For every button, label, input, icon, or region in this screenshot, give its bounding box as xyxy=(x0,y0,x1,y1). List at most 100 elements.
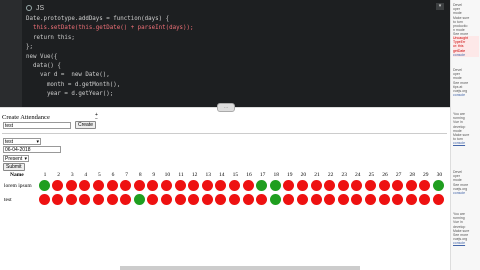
chevron-down-icon[interactable]: ▾ xyxy=(436,3,444,10)
student-select[interactable]: test ▾ xyxy=(3,138,41,145)
console-link[interactable]: console xyxy=(453,53,479,57)
absent-dot[interactable] xyxy=(405,194,417,205)
absent-dot[interactable] xyxy=(392,180,404,191)
absent-dot[interactable] xyxy=(324,194,336,205)
absent-dot[interactable] xyxy=(256,194,268,205)
absent-dot[interactable] xyxy=(201,194,213,205)
absent-dot[interactable] xyxy=(79,180,91,191)
absent-dot[interactable] xyxy=(419,194,431,205)
present-dot[interactable] xyxy=(269,194,281,205)
present-dot[interactable] xyxy=(432,180,444,191)
day-header: 26 xyxy=(382,172,388,178)
create-button[interactable]: Create xyxy=(75,121,97,129)
absent-dot[interactable] xyxy=(283,180,295,191)
student-name: test xyxy=(4,197,12,203)
present-dot[interactable] xyxy=(133,194,145,205)
absent-dot[interactable] xyxy=(310,194,322,205)
present-dot[interactable] xyxy=(256,180,268,191)
absent-dot[interactable] xyxy=(310,180,322,191)
console-link[interactable]: console xyxy=(453,191,479,195)
absent-dot[interactable] xyxy=(120,180,132,191)
date-input[interactable]: 06-04-2018 xyxy=(3,146,61,153)
absent-dot[interactable] xyxy=(174,194,186,205)
day-header: 8 xyxy=(138,172,142,178)
day-header: 7 xyxy=(125,172,128,178)
present-dot[interactable] xyxy=(38,180,50,191)
absent-dot[interactable] xyxy=(432,194,444,205)
chevron-down-icon: ▾ xyxy=(36,139,39,145)
absent-dot[interactable] xyxy=(228,194,240,205)
day-header: 12 xyxy=(191,172,198,178)
absent-dot[interactable] xyxy=(147,194,159,205)
absent-dot[interactable] xyxy=(147,180,159,191)
editor-gutter xyxy=(0,0,22,107)
day-header: 16 xyxy=(246,172,252,178)
absent-dot[interactable] xyxy=(188,180,200,191)
absent-dot[interactable] xyxy=(337,194,349,205)
absent-dot[interactable] xyxy=(351,180,363,191)
absent-dot[interactable] xyxy=(65,180,77,191)
absent-dot[interactable] xyxy=(79,194,91,205)
absent-dot[interactable] xyxy=(160,194,172,205)
day-header: 30 xyxy=(436,172,443,178)
absent-dot[interactable] xyxy=(378,194,390,205)
absent-dot[interactable] xyxy=(296,180,308,191)
absent-dot[interactable] xyxy=(160,180,172,191)
resize-handle[interactable]: ··· xyxy=(217,103,235,112)
code-area[interactable]: Date.prototype.addDays = function(days) … xyxy=(26,15,446,100)
collapse-toggle-icon[interactable]: + − xyxy=(95,113,98,122)
absent-dot[interactable] xyxy=(52,180,64,191)
absent-dot[interactable] xyxy=(120,194,132,205)
absent-dot[interactable] xyxy=(92,194,104,205)
absent-dot[interactable] xyxy=(65,194,77,205)
absent-dot[interactable] xyxy=(364,194,376,205)
absent-dot[interactable] xyxy=(106,194,118,205)
absent-dot[interactable] xyxy=(337,180,349,191)
code-line: year = d.getYear(); xyxy=(26,91,114,98)
console-link[interactable]: console xyxy=(453,93,479,97)
day-header: 17 xyxy=(259,172,266,178)
absent-dot[interactable] xyxy=(174,180,186,191)
console-message: Devel oper mode See more tips at vuejs.org con… xyxy=(453,68,479,97)
day-header: 4 xyxy=(84,172,88,178)
console-link[interactable]: console xyxy=(453,241,479,245)
console-link[interactable]: console xyxy=(453,141,479,145)
present-dot[interactable] xyxy=(269,180,281,191)
absent-dot[interactable] xyxy=(92,180,104,191)
day-header: 15 xyxy=(232,172,239,178)
js-editor-panel[interactable]: JS ▾ Date.prototype.addDays = function(d… xyxy=(0,0,450,107)
status-select[interactable]: Present ▾ xyxy=(3,155,29,162)
absent-dot[interactable] xyxy=(296,194,308,205)
day-header: 19 xyxy=(287,172,293,178)
absent-dot[interactable] xyxy=(324,180,336,191)
absent-dot[interactable] xyxy=(351,194,363,205)
absent-dot[interactable] xyxy=(378,180,390,191)
day-header: 9 xyxy=(152,172,156,178)
absent-dot[interactable] xyxy=(242,194,254,205)
absent-dot[interactable] xyxy=(405,180,417,191)
absent-dot[interactable] xyxy=(364,180,376,191)
day-header: 14 xyxy=(219,172,225,178)
day-header: 23 xyxy=(341,172,347,178)
absent-dot[interactable] xyxy=(106,180,118,191)
day-header: 6 xyxy=(111,172,115,178)
absent-dot[interactable] xyxy=(133,180,145,191)
student-name-input[interactable]: test xyxy=(3,122,71,129)
day-header: 10 xyxy=(164,172,171,178)
absent-dot[interactable] xyxy=(215,180,227,191)
form-separator xyxy=(2,133,447,134)
absent-dot[interactable] xyxy=(242,180,254,191)
absent-dot[interactable] xyxy=(52,194,64,205)
absent-dot[interactable] xyxy=(38,194,50,205)
absent-dot[interactable] xyxy=(215,194,227,205)
absent-dot[interactable] xyxy=(283,194,295,205)
js-tab[interactable]: JS xyxy=(26,3,44,13)
absent-dot[interactable] xyxy=(228,180,240,191)
gear-icon[interactable] xyxy=(26,5,32,11)
day-header: 25 xyxy=(368,172,375,178)
absent-dot[interactable] xyxy=(419,180,431,191)
submit-button[interactable]: Submit xyxy=(3,163,25,171)
absent-dot[interactable] xyxy=(201,180,213,191)
absent-dot[interactable] xyxy=(188,194,200,205)
absent-dot[interactable] xyxy=(392,194,404,205)
